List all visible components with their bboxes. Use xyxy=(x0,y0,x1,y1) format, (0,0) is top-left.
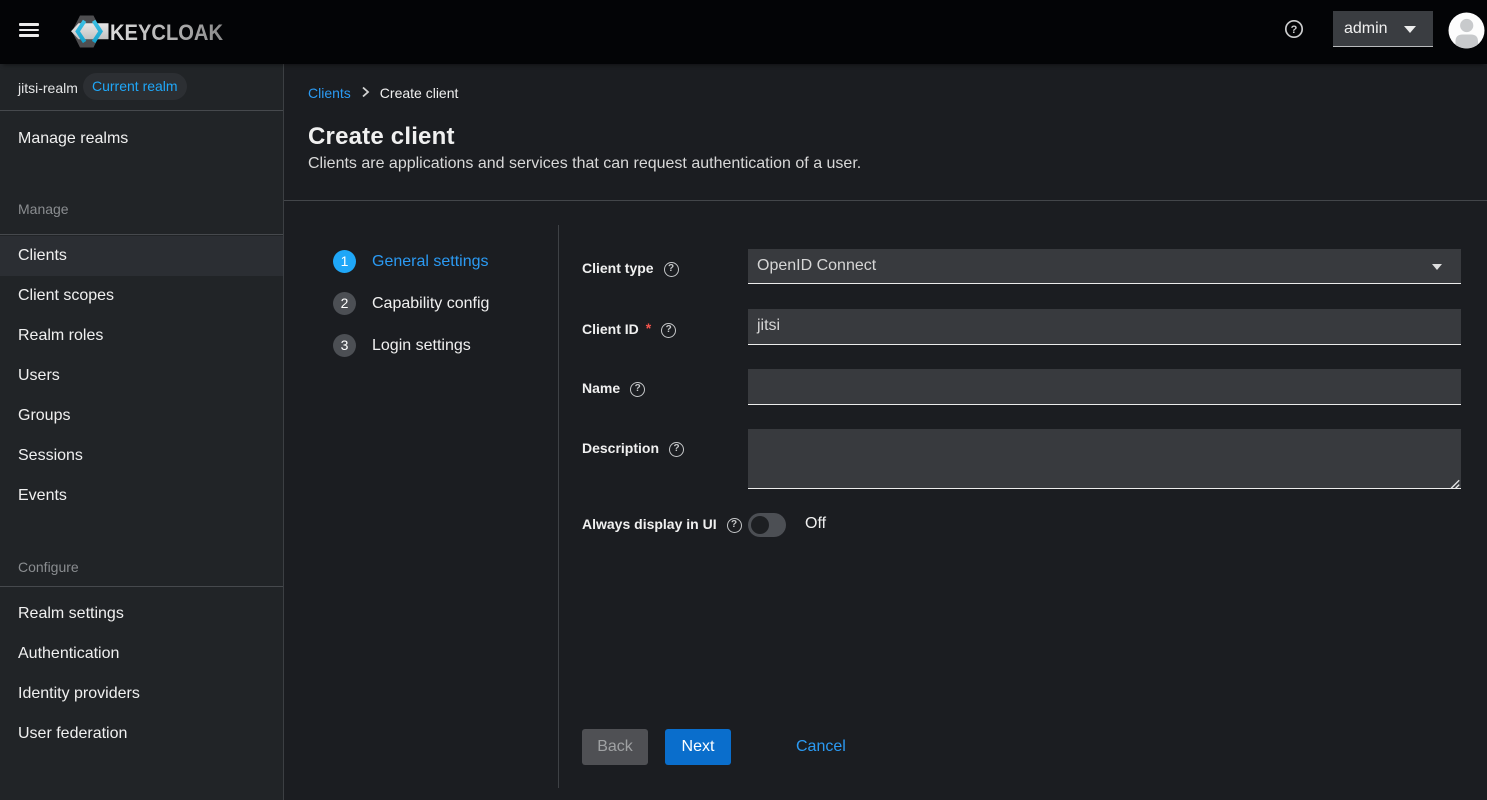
svg-text:?: ? xyxy=(1291,24,1298,36)
svg-text:KEYCLOAK: KEYCLOAK xyxy=(110,20,223,45)
